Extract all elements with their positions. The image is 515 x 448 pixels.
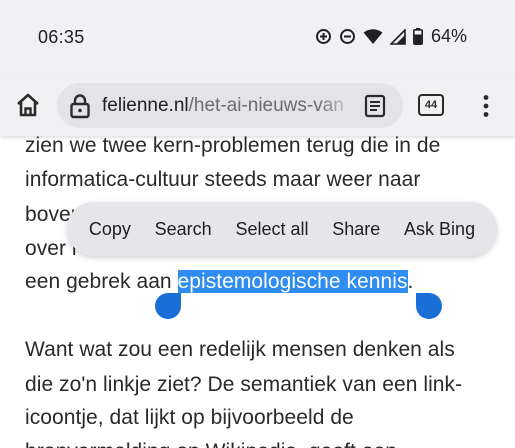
- battery-percentage: 64%: [430, 26, 467, 46]
- status-icons: 64%: [315, 26, 467, 47]
- select-all-action[interactable]: Select all: [229, 213, 314, 246]
- paragraph-line: bronvermelding op Wikipedia, geeft een: [25, 440, 397, 448]
- reader-mode-icon[interactable]: [364, 94, 386, 123]
- url-text[interactable]: felienne.nl/het-ai-nieuws-van: [102, 95, 348, 117]
- lock-icon[interactable]: [69, 93, 91, 124]
- paragraph-text: .: [407, 270, 414, 293]
- status-bar: 06:35 64%: [0, 0, 515, 74]
- home-button[interactable]: [12, 89, 44, 121]
- share-action[interactable]: Share: [326, 213, 386, 246]
- paragraph-text: een gebrek aan: [25, 270, 178, 293]
- article-content: zien we twee kern-problemen terug die in…: [0, 134, 515, 448]
- data-saver-icon: [315, 28, 332, 45]
- paragraph-line: Want wat zou een redelijk mensen denken …: [25, 338, 455, 361]
- selection-handle-end[interactable]: [416, 293, 442, 319]
- ask-bing-action[interactable]: Ask Bing: [398, 213, 481, 246]
- url-fade: [319, 83, 355, 128]
- paragraph-line-with-selection: een gebrek aan epistemologische kennis.: [25, 270, 413, 294]
- cellular-signal-icon: [389, 28, 406, 45]
- url-domain: felienne.nl: [102, 95, 189, 116]
- browser-toolbar: felienne.nl/het-ai-nieuws-van 44: [0, 74, 515, 136]
- copy-action[interactable]: Copy: [83, 213, 137, 246]
- search-action[interactable]: Search: [149, 213, 218, 246]
- paragraph-line: zien we twee kern-problemen terug die in…: [25, 134, 441, 157]
- paragraph-line: informatica-cultuur steeds maar weer naa…: [25, 168, 421, 191]
- browser-screen: 06:35 64% felienne.nl/het-ai-nieuws-van …: [0, 0, 515, 448]
- paragraph-line: icoontje, dat lijkt op bijvoorbeeld de: [25, 406, 354, 429]
- tab-switcher-button[interactable]: 44: [418, 94, 444, 116]
- selection-handle-start[interactable]: [155, 293, 181, 319]
- more-vert-icon: [483, 95, 489, 117]
- home-icon: [17, 93, 39, 117]
- paragraph-line: die zo'n linkje ziet? De semantiek van e…: [25, 373, 463, 396]
- status-time: 06:35: [38, 27, 85, 47]
- text-selection-menu: Copy Search Select all Share Ask Bing: [67, 202, 497, 256]
- overflow-menu-button[interactable]: [476, 92, 496, 120]
- wifi-icon: [363, 28, 383, 45]
- battery-icon: [412, 28, 423, 45]
- selected-text[interactable]: epistemologische kennis: [177, 270, 408, 293]
- do-not-disturb-icon: [339, 28, 356, 45]
- url-bar[interactable]: felienne.nl/het-ai-nieuws-van: [57, 83, 403, 128]
